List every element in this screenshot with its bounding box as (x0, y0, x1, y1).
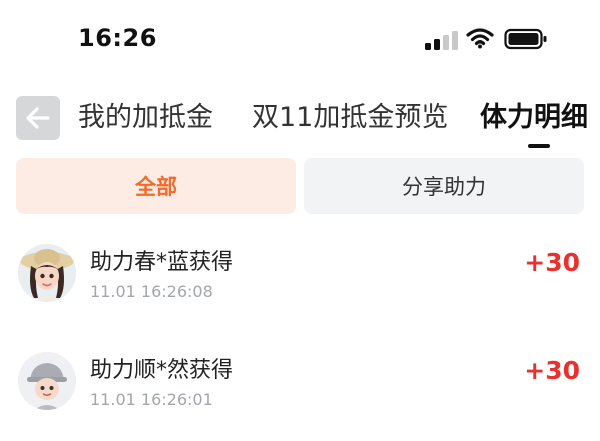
girl-avatar-icon (18, 244, 76, 302)
back-button[interactable] (16, 96, 60, 140)
list-item: 助力顺*然获得 11.01 16:26:01 +30 (0, 346, 600, 436)
wifi-icon (466, 28, 494, 49)
active-tab-indicator (528, 144, 550, 148)
filter-row: 全部 分享助力 (0, 158, 600, 216)
record-title: 助力顺*然获得 (90, 358, 234, 383)
screen: 16:26 我的加抵金 双11加抵金预览 体力明细 全部 分享助力 助力春*蓝获… (0, 0, 600, 441)
record-points: +30 (524, 248, 580, 277)
filter-share-help-button[interactable]: 分享助力 (304, 158, 584, 214)
filter-all-button[interactable]: 全部 (16, 158, 296, 214)
status-bar: 16:26 (0, 0, 600, 80)
record-timestamp: 11.01 16:26:08 (90, 282, 213, 301)
arrow-left-icon (26, 107, 50, 129)
boy-avatar-icon (18, 352, 76, 410)
record-timestamp: 11.01 16:26:01 (90, 390, 213, 409)
status-time: 16:26 (78, 24, 157, 52)
tab-my-deduction[interactable]: 我的加抵金 (78, 98, 213, 138)
header-tabs: 我的加抵金 双11加抵金预览 体力明细 (0, 88, 600, 152)
record-points: +30 (524, 356, 580, 385)
signal-icon (425, 31, 458, 50)
list-item: 助力春*蓝获得 11.01 16:26:08 +30 (0, 238, 600, 328)
record-title: 助力春*蓝获得 (90, 250, 234, 275)
avatar (18, 244, 76, 302)
battery-icon (504, 28, 547, 50)
tab-stamina-details[interactable]: 体力明细 (480, 98, 588, 138)
tab-double11-preview[interactable]: 双11加抵金预览 (252, 98, 448, 138)
avatar (18, 352, 76, 410)
